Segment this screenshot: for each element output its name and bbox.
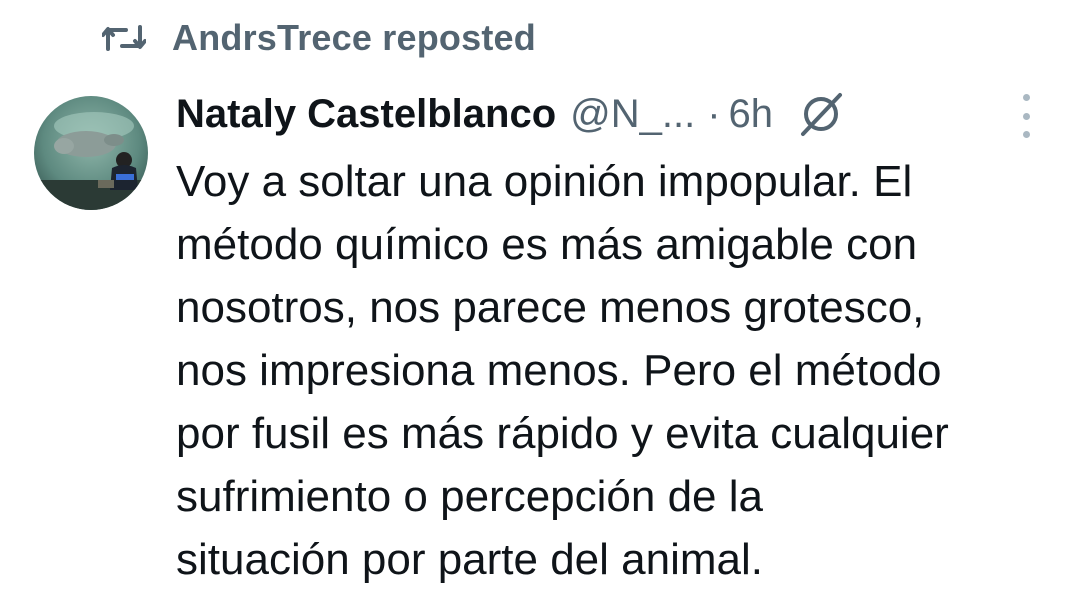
tweet-text-line: método químico es más amigable con (176, 220, 918, 269)
author-display-name[interactable]: Nataly Castelblanco (176, 92, 556, 137)
tweet-text-line: nosotros, nos parece menos grotesco, (176, 283, 925, 332)
tweet-text-line: sufrimiento o percepción de la (176, 472, 763, 521)
separator-dot: · (707, 91, 721, 136)
tweet-text-line: nos impresiona menos. Pero el método (176, 346, 942, 395)
repost-indicator[interactable]: AndrsTrece reposted (100, 12, 536, 64)
author-handle[interactable]: @N_... (570, 92, 695, 137)
tweet-text: Voy a soltar una opinión impopular. El m… (176, 150, 1056, 591)
avatar-image (34, 96, 148, 210)
repost-icon (100, 18, 148, 58)
grok-icon[interactable] (795, 88, 847, 140)
avatar[interactable] (34, 96, 148, 210)
tweet-header: Nataly Castelblanco @N_... · 6h (176, 80, 1056, 148)
repost-label: AndrsTrece reposted (172, 17, 536, 58)
tweet-text-line: Voy a soltar una opinión impopular. El (176, 157, 913, 206)
more-options-icon[interactable] (1014, 94, 1038, 138)
tweet[interactable]: Nataly Castelblanco @N_... · 6h Voy a so… (176, 80, 1056, 591)
tweet-text-line: situación por parte del animal. (176, 535, 763, 584)
tweet-text-line: por fusil es más rápido y evita cualquie… (176, 409, 949, 458)
tweet-time[interactable]: 6h (729, 92, 774, 137)
